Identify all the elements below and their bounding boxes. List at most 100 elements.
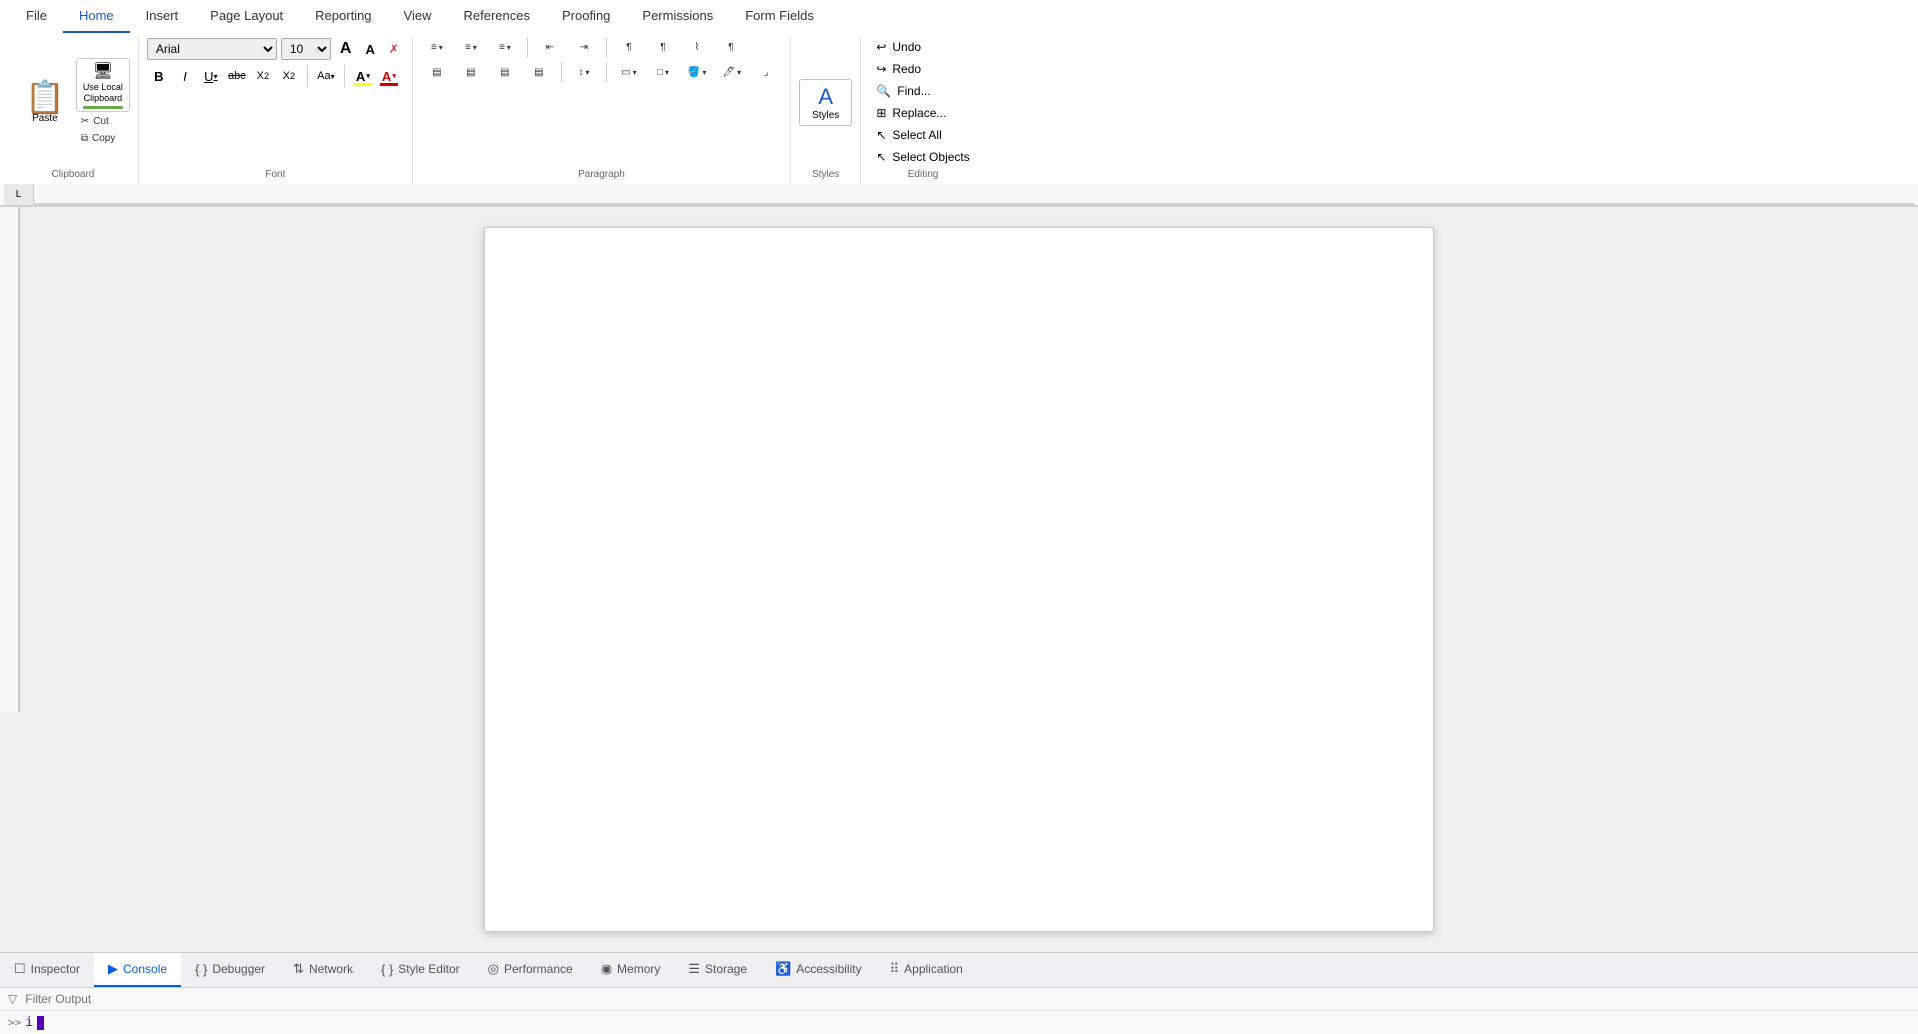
redo-icon: ↪ [876, 62, 886, 76]
devtools-tab-storage[interactable]: ☰ Storage [674, 953, 761, 987]
page-break-icon: ⌇ [694, 42, 699, 53]
pilcrow-button[interactable]: ¶ [715, 37, 747, 58]
align-center-button[interactable]: ▤ [455, 62, 487, 83]
font-clear-button[interactable]: ✗ [384, 39, 404, 59]
font-grow-button[interactable]: A [335, 37, 357, 61]
devtools-panel: ☐ Inspector ▶ Console { } Debugger ⇅ Net… [0, 952, 1918, 1034]
font-size-select[interactable]: 10 [281, 38, 331, 60]
select-objects-button[interactable]: ↖ Select Objects [869, 147, 976, 167]
devtools-tab-network[interactable]: ⇅ Network [279, 953, 367, 987]
undo-label: Undo [892, 40, 921, 54]
change-case-button[interactable]: Aa ▾ [314, 65, 338, 87]
tab-home[interactable]: Home [63, 0, 130, 33]
font-family-select[interactable]: Arial [147, 38, 277, 60]
border-color-button[interactable]: 🖊▾ [715, 62, 748, 83]
find-button[interactable]: 🔍 Find... [869, 81, 937, 101]
devtools-tab-console[interactable]: ▶ Console [94, 953, 181, 987]
devtools-tab-style-editor[interactable]: { } Style Editor [367, 953, 474, 987]
show-para-icon: ¶ [660, 42, 665, 53]
para-expand-button[interactable]: ⌟ [750, 62, 782, 83]
strikethrough-button[interactable]: abc [225, 65, 249, 87]
font-color-button[interactable]: A ▾ [377, 65, 401, 87]
network-icon: ⇅ [293, 961, 304, 977]
show-para-button[interactable]: ¶ [647, 37, 679, 58]
paragraph-group-label: Paragraph [421, 167, 782, 184]
tab-references[interactable]: References [448, 0, 546, 33]
copy-button[interactable]: ⧉ Copy [76, 131, 130, 146]
copy-label: Copy [92, 133, 115, 144]
tab-file[interactable]: File [10, 0, 63, 33]
superscript-button[interactable]: X2 [277, 65, 301, 87]
tab-proofing[interactable]: Proofing [546, 0, 626, 33]
devtools-tab-debugger[interactable]: { } Debugger [181, 953, 279, 987]
devtools-tabs: ☐ Inspector ▶ Console { } Debugger ⇅ Net… [0, 953, 1918, 988]
tab-page-layout[interactable]: Page Layout [194, 0, 299, 33]
shading-icon: ▭ [621, 67, 630, 78]
tab-insert[interactable]: Insert [130, 0, 195, 33]
select-all-button[interactable]: ↖ Select All [869, 125, 976, 145]
fill-color-button[interactable]: 🪣▾ [681, 62, 713, 83]
devtools-tab-accessibility[interactable]: ♿ Accessibility [761, 953, 876, 987]
redo-label: Redo [892, 62, 921, 76]
application-label: Application [904, 962, 963, 976]
paste-icon: 📋 [25, 81, 65, 113]
tab-form-fields[interactable]: Form Fields [729, 0, 830, 33]
multilevel-list-button[interactable]: ≡▾ [489, 37, 521, 58]
select-objects-icon: ↖ [876, 150, 886, 164]
font-group-label: Font [147, 167, 404, 184]
ruler-corner[interactable]: L [4, 184, 34, 206]
devtools-toolbar: ▽ [0, 988, 1918, 1011]
replace-label: Replace... [892, 106, 946, 120]
cut-button[interactable]: ✂ Cut [76, 114, 130, 129]
console-icon: ▶ [108, 961, 118, 977]
devtools-tab-memory[interactable]: ◉ Memory [587, 953, 675, 987]
tab-permissions[interactable]: Permissions [626, 0, 729, 33]
align-justify-button[interactable]: ▤ [523, 62, 555, 83]
ordered-list-button[interactable]: ≡▾ [455, 37, 487, 58]
underline-button[interactable]: U ▾ [199, 65, 223, 87]
styles-button[interactable]: A Styles [799, 79, 852, 126]
increase-indent-button[interactable]: ⇥ [568, 37, 600, 58]
border-color-icon: 🖊 [722, 67, 735, 78]
document-area [0, 207, 1918, 952]
show-formatting-button[interactable]: ¶ [613, 37, 645, 58]
use-local-clipboard-button[interactable]: 🖥 Use LocalClipboard [76, 58, 130, 113]
replace-icon: ⊞ [876, 106, 886, 120]
align-left-button[interactable]: ▤ [421, 62, 453, 83]
devtools-tab-inspector[interactable]: ☐ Inspector [0, 953, 94, 987]
memory-label: Memory [617, 962, 660, 976]
devtools-tab-application[interactable]: ⠿ Application [876, 953, 977, 987]
line-spacing-button[interactable]: ↕▾ [568, 62, 600, 83]
decrease-indent-icon: ⇤ [546, 42, 554, 53]
paste-button[interactable]: 📋 Paste [16, 58, 74, 147]
tab-reporting[interactable]: Reporting [299, 0, 387, 33]
subscript-button[interactable]: X2 [251, 65, 275, 87]
bold-button[interactable]: B [147, 65, 171, 87]
shading-button[interactable]: ▭▾ [613, 62, 645, 83]
devtools-tab-performance[interactable]: ◎ Performance [474, 953, 587, 987]
clipboard-icon: 🖥 [93, 61, 113, 81]
highlight-color-button[interactable]: A ▾ [351, 65, 375, 87]
align-right-button[interactable]: ▤ [489, 62, 521, 83]
replace-button[interactable]: ⊞ Replace... [869, 103, 976, 123]
performance-icon: ◎ [488, 961, 499, 977]
font-shrink-button[interactable]: A [360, 39, 379, 60]
undo-button[interactable]: ↩ Undo [869, 37, 928, 57]
console-label: Console [123, 962, 167, 976]
decrease-indent-button[interactable]: ⇤ [534, 37, 566, 58]
border-button[interactable]: □▾ [647, 62, 679, 83]
align-left-icon: ▤ [432, 67, 441, 78]
italic-button[interactable]: I [173, 65, 197, 87]
document-page[interactable] [484, 227, 1434, 932]
console-text: i [25, 1015, 33, 1030]
undo-icon: ↩ [876, 40, 886, 54]
redo-button[interactable]: ↪ Redo [869, 59, 928, 79]
filter-input[interactable] [25, 992, 1910, 1006]
page-break-button[interactable]: ⌇ [681, 37, 713, 58]
fill-color-icon: 🪣 [688, 67, 700, 78]
tab-view[interactable]: View [388, 0, 448, 33]
unordered-list-button[interactable]: ≡▾ [421, 37, 453, 58]
find-label: Find... [897, 84, 930, 98]
performance-label: Performance [504, 962, 573, 976]
styles-group: A Styles Styles [791, 37, 861, 184]
